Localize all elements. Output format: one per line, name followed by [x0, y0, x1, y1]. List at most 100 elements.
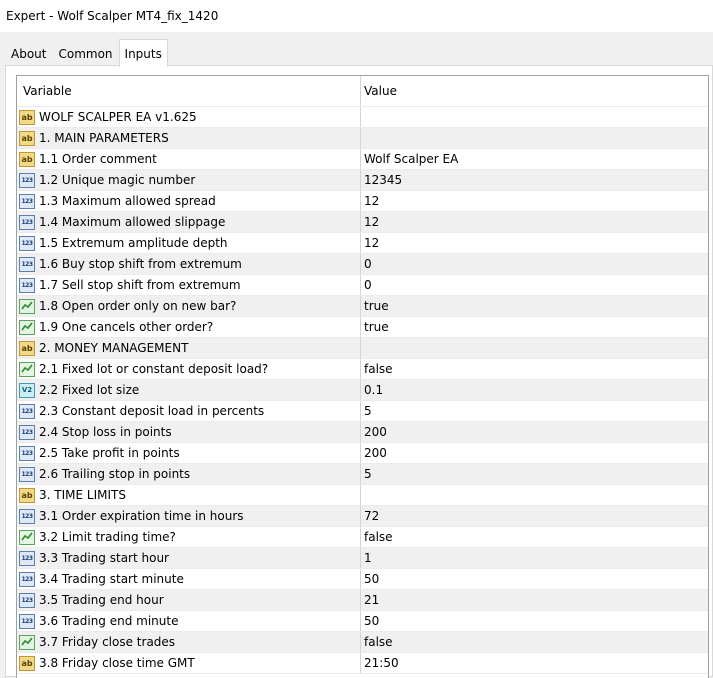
table-row[interactable]: 123 2.3 Constant deposit load in percents… [17, 401, 708, 422]
value-cell[interactable]: 21:50 [361, 653, 708, 673]
table-row[interactable]: 123 2.4 Stop loss in points 200 [17, 422, 708, 443]
variable-cell[interactable]: 123 2.3 Constant deposit load in percents [17, 401, 361, 421]
variable-label: 1.9 One cancels other order? [39, 320, 214, 334]
variable-cell[interactable]: 1.8 Open order only on new bar? [17, 296, 361, 316]
variable-cell[interactable]: 123 1.3 Maximum allowed spread [17, 191, 361, 211]
variable-cell[interactable]: 123 3.6 Trading end minute [17, 611, 361, 631]
variable-cell[interactable]: 123 2.4 Stop loss in points [17, 422, 361, 442]
value-cell[interactable]: 0.1 [361, 380, 708, 400]
inputs-panel: Variable Value ab WOLF SCALPER EA v1.625 a… [5, 65, 713, 678]
variable-cell[interactable]: 123 1.2 Unique magic number [17, 170, 361, 190]
variable-cell[interactable]: 123 1.5 Extremum amplitude depth [17, 233, 361, 253]
value-cell[interactable]: 12 [361, 191, 708, 211]
integer-type-icon: 123 [19, 277, 35, 293]
column-header-value[interactable]: Value [361, 76, 708, 106]
variable-label: 2.4 Stop loss in points [39, 425, 172, 439]
variable-cell[interactable]: 123 3.4 Trading start minute [17, 569, 361, 589]
value-cell[interactable]: 5 [361, 464, 708, 484]
variable-cell[interactable]: ab 3.8 Friday close time GMT [17, 653, 361, 673]
variable-cell[interactable]: ab 1.1 Order comment [17, 149, 361, 169]
variable-label: 3.4 Trading start minute [39, 572, 184, 586]
value-cell[interactable]: 200 [361, 422, 708, 442]
variable-cell[interactable]: 123 3.3 Trading start hour [17, 548, 361, 568]
boolean-type-icon [19, 634, 35, 650]
string-type-icon: ab [19, 487, 35, 503]
value-cell[interactable]: false [361, 359, 708, 379]
variable-label: 1.4 Maximum allowed slippage [39, 215, 226, 229]
table-row[interactable]: ab 2. MONEY MANAGEMENT [17, 338, 708, 359]
value-cell[interactable]: 21 [361, 590, 708, 610]
value-cell[interactable] [361, 107, 708, 127]
table-row[interactable]: ab WOLF SCALPER EA v1.625 [17, 107, 708, 128]
value-cell[interactable]: 0 [361, 254, 708, 274]
table-row[interactable]: ab 3.8 Friday close time GMT 21:50 [17, 653, 708, 674]
value-cell[interactable]: true [361, 296, 708, 316]
variable-cell[interactable]: ab WOLF SCALPER EA v1.625 [17, 107, 361, 127]
table-row[interactable]: 123 2.6 Trailing stop in points 5 [17, 464, 708, 485]
value-cell[interactable]: false [361, 632, 708, 652]
table-row[interactable]: 123 3.3 Trading start hour 1 [17, 548, 708, 569]
table-row[interactable]: 123 1.6 Buy stop shift from extremum 0 [17, 254, 708, 275]
table-row[interactable]: 2.1 Fixed lot or constant deposit load? f… [17, 359, 708, 380]
value-cell[interactable] [361, 128, 708, 148]
table-row[interactable]: 123 1.2 Unique magic number 12345 [17, 170, 708, 191]
table-row[interactable]: 123 1.7 Sell stop shift from extremum 0 [17, 275, 708, 296]
table-row[interactable]: ab 3. TIME LIMITS [17, 485, 708, 506]
value-cell[interactable]: 12345 [361, 170, 708, 190]
table-row[interactable]: V2 2.2 Fixed lot size 0.1 [17, 380, 708, 401]
variable-cell[interactable]: 123 1.7 Sell stop shift from extremum [17, 275, 361, 295]
value-cell[interactable]: false [361, 527, 708, 547]
variable-cell[interactable]: 123 2.6 Trailing stop in points [17, 464, 361, 484]
boolean-type-icon [19, 529, 35, 545]
table-row[interactable]: 123 3.1 Order expiration time in hours 72 [17, 506, 708, 527]
variable-cell[interactable]: 3.2 Limit trading time? [17, 527, 361, 547]
variable-cell[interactable]: 123 2.5 Take profit in points [17, 443, 361, 463]
table-row[interactable]: 123 3.5 Trading end hour 21 [17, 590, 708, 611]
value-cell[interactable]: 200 [361, 443, 708, 463]
variable-label: 1.8 Open order only on new bar? [39, 299, 237, 313]
table-row[interactable]: ab 1.1 Order comment Wolf Scalper EA [17, 149, 708, 170]
table-row[interactable]: 1.9 One cancels other order? true [17, 317, 708, 338]
column-header-variable[interactable]: Variable [17, 76, 361, 106]
variable-cell[interactable]: ab 1. MAIN PARAMETERS [17, 128, 361, 148]
value-cell[interactable]: 50 [361, 569, 708, 589]
table-row[interactable]: 123 1.3 Maximum allowed spread 12 [17, 191, 708, 212]
variable-cell[interactable]: 3.7 Friday close trades [17, 632, 361, 652]
tab-about[interactable]: About [5, 42, 52, 66]
value-cell[interactable]: 1 [361, 548, 708, 568]
integer-type-icon: 123 [19, 445, 35, 461]
variable-cell[interactable]: 1.9 One cancels other order? [17, 317, 361, 337]
integer-type-icon: 123 [19, 256, 35, 272]
variable-cell[interactable]: 123 3.5 Trading end hour [17, 590, 361, 610]
table-row[interactable]: 123 2.5 Take profit in points 200 [17, 443, 708, 464]
value-cell[interactable]: 12 [361, 233, 708, 253]
tab-common[interactable]: Common [52, 42, 118, 66]
value-cell[interactable]: 5 [361, 401, 708, 421]
table-row[interactable]: 123 1.5 Extremum amplitude depth 12 [17, 233, 708, 254]
table-row[interactable]: 1.8 Open order only on new bar? true [17, 296, 708, 317]
variable-cell[interactable]: V2 2.2 Fixed lot size [17, 380, 361, 400]
variable-cell[interactable]: ab 3. TIME LIMITS [17, 485, 361, 505]
variable-cell[interactable]: 2.1 Fixed lot or constant deposit load? [17, 359, 361, 379]
value-cell[interactable]: 72 [361, 506, 708, 526]
value-cell[interactable]: 12 [361, 212, 708, 232]
value-cell[interactable] [361, 485, 708, 505]
tab-inputs[interactable]: Inputs [118, 39, 168, 67]
table-row[interactable]: 123 1.4 Maximum allowed slippage 12 [17, 212, 708, 233]
value-cell[interactable] [361, 338, 708, 358]
table-row[interactable]: 123 3.6 Trading end minute 50 [17, 611, 708, 632]
table-row[interactable]: 3.2 Limit trading time? false [17, 527, 708, 548]
variable-label: 3.7 Friday close trades [39, 635, 176, 649]
variable-label: 2.5 Take profit in points [39, 446, 180, 460]
value-cell[interactable]: 0 [361, 275, 708, 295]
value-cell[interactable]: Wolf Scalper EA [361, 149, 708, 169]
table-row[interactable]: 3.7 Friday close trades false [17, 632, 708, 653]
table-row[interactable]: ab 1. MAIN PARAMETERS [17, 128, 708, 149]
variable-cell[interactable]: 123 1.4 Maximum allowed slippage [17, 212, 361, 232]
table-row[interactable]: 123 3.4 Trading start minute 50 [17, 569, 708, 590]
value-cell[interactable]: 50 [361, 611, 708, 631]
variable-cell[interactable]: 123 3.1 Order expiration time in hours [17, 506, 361, 526]
variable-cell[interactable]: ab 2. MONEY MANAGEMENT [17, 338, 361, 358]
variable-cell[interactable]: 123 1.6 Buy stop shift from extremum [17, 254, 361, 274]
value-cell[interactable]: true [361, 317, 708, 337]
